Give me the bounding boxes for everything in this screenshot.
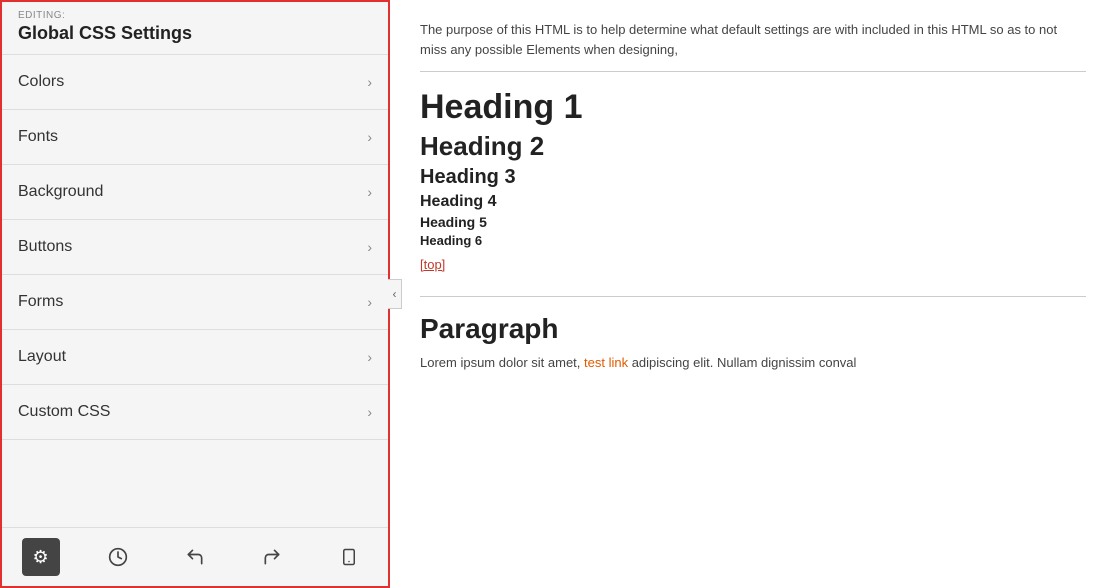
chevron-icon-forms: › <box>367 294 372 310</box>
menu-item-custom-css[interactable]: Custom CSS › <box>2 385 388 440</box>
menu-item-label-forms: Forms <box>18 293 63 311</box>
menu-item-fonts[interactable]: Fonts › <box>2 110 388 165</box>
menu-item-background[interactable]: Background › <box>2 165 388 220</box>
menu-item-forms[interactable]: Forms › <box>2 275 388 330</box>
chevron-icon-layout: › <box>367 349 372 365</box>
divider-1 <box>420 71 1086 72</box>
heading-6: Heading 6 <box>420 233 1086 248</box>
paragraph-section: Paragraph Lorem ipsum dolor sit amet, te… <box>420 313 1086 374</box>
heading-4: Heading 4 <box>420 193 1086 211</box>
left-panel: EDITING: Global CSS Settings Colors › Fo… <box>0 0 390 588</box>
chevron-icon-background: › <box>367 184 372 200</box>
menu-list: Colors › Fonts › Background › Buttons › … <box>2 55 388 527</box>
menu-item-label-buttons: Buttons <box>18 238 72 256</box>
right-panel: The purpose of this HTML is to help dete… <box>390 0 1116 588</box>
headings-section: Heading 1 Heading 2 Heading 3 Heading 4 … <box>420 88 1086 248</box>
collapse-panel-button[interactable]: ‹ <box>388 279 402 309</box>
chevron-icon-custom-css: › <box>367 404 372 420</box>
menu-item-label-layout: Layout <box>18 348 66 366</box>
history-button[interactable] <box>99 538 137 576</box>
paragraph-heading: Paragraph <box>420 313 1086 345</box>
editing-label: EDITING: <box>18 10 372 21</box>
top-link[interactable]: [top] <box>420 257 445 272</box>
chevron-icon-fonts: › <box>367 129 372 145</box>
menu-item-layout[interactable]: Layout › <box>2 330 388 385</box>
menu-item-buttons[interactable]: Buttons › <box>2 220 388 275</box>
heading-3: Heading 3 <box>420 166 1086 189</box>
menu-item-label-fonts: Fonts <box>18 128 58 146</box>
chevron-icon-buttons: › <box>367 239 372 255</box>
menu-item-label-custom-css: Custom CSS <box>18 403 110 421</box>
chevron-icon-colors: › <box>367 74 372 90</box>
menu-item-label-background: Background <box>18 183 103 201</box>
divider-2 <box>420 296 1086 297</box>
menu-item-label-colors: Colors <box>18 73 64 91</box>
heading-1: Heading 1 <box>420 88 1086 127</box>
intro-text: The purpose of this HTML is to help dete… <box>420 20 1086 59</box>
menu-item-colors[interactable]: Colors › <box>2 55 388 110</box>
editing-title: Global CSS Settings <box>18 23 192 43</box>
heading-5: Heading 5 <box>420 214 1086 230</box>
paragraph-text: Lorem ipsum dolor sit amet, test link ad… <box>420 353 1086 374</box>
heading-2: Heading 2 <box>420 131 1086 162</box>
editing-header: EDITING: Global CSS Settings <box>2 2 388 55</box>
test-link[interactable]: test link <box>584 355 628 370</box>
redo-button[interactable] <box>253 538 291 576</box>
undo-button[interactable] <box>176 538 214 576</box>
settings-button[interactable]: ⚙ <box>22 538 60 576</box>
mobile-preview-button[interactable] <box>330 538 368 576</box>
bottom-toolbar: ⚙ <box>2 527 388 586</box>
